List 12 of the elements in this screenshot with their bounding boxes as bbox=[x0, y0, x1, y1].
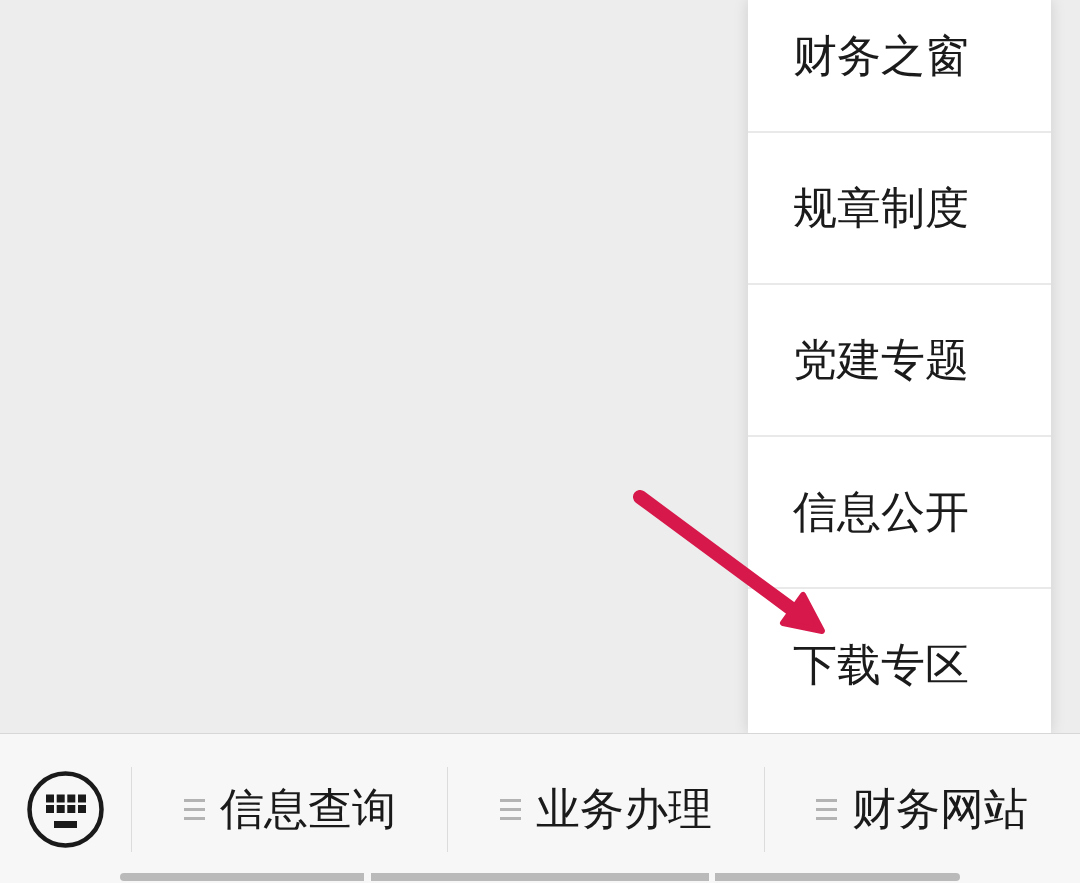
menu-lines-icon bbox=[500, 799, 521, 820]
menu-button[interactable]: 财务网站 bbox=[763, 767, 1080, 852]
menu-lines-icon bbox=[816, 799, 838, 820]
menu-item[interactable]: 信息公开 bbox=[747, 435, 1051, 587]
menu-item[interactable]: 财务之窗 bbox=[747, 0, 1051, 131]
menu-button[interactable]: 业务办理 bbox=[447, 767, 764, 852]
menu-item[interactable]: 党建专题 bbox=[747, 283, 1051, 435]
keyboard-icon bbox=[27, 771, 104, 848]
menu-item[interactable]: 规章制度 bbox=[747, 131, 1051, 283]
menu-lines-icon bbox=[183, 799, 205, 820]
keyboard-toggle-button[interactable] bbox=[27, 771, 104, 848]
menu-button[interactable]: 信息查询 bbox=[131, 767, 448, 852]
